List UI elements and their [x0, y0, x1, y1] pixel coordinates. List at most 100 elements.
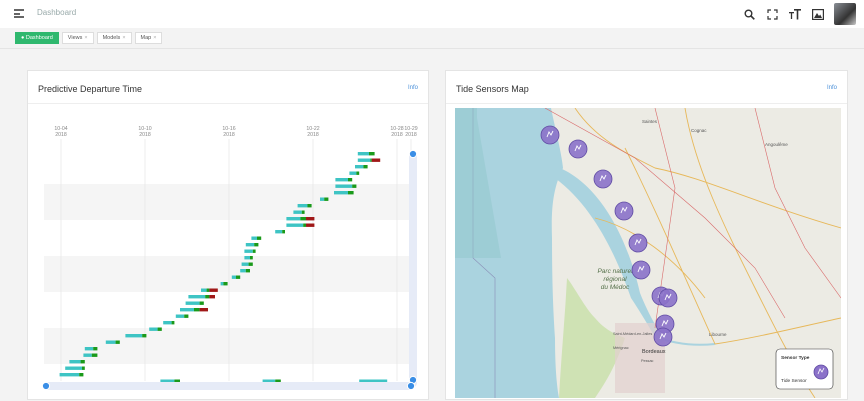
- bar-teal: [334, 191, 348, 195]
- bar-red: [306, 217, 315, 221]
- bar-green: [236, 275, 241, 279]
- legend-label: Tide Sensor: [781, 378, 807, 384]
- bar-teal: [244, 249, 253, 253]
- vertical-scrollbar[interactable]: [409, 151, 417, 387]
- bar-teal: [251, 236, 257, 240]
- bar-teal: [349, 171, 357, 175]
- tab-views[interactable]: Views ×: [61, 32, 94, 44]
- close-icon[interactable]: ×: [84, 35, 87, 41]
- bar-teal: [83, 353, 92, 357]
- bar-teal: [355, 165, 364, 169]
- bar-teal: [231, 275, 236, 279]
- town-label: Angoulême: [765, 142, 788, 147]
- sensor-marker[interactable]: [631, 260, 651, 280]
- image-icon[interactable]: [811, 7, 825, 21]
- tide-sensors-card: Tide Sensors Map Info Parc naturel régio…: [445, 70, 848, 400]
- bar-teal: [357, 152, 369, 156]
- bar-teal: [188, 295, 206, 299]
- bar-teal: [241, 262, 249, 266]
- x-tick-year: 2018: [139, 132, 151, 138]
- bar-green: [348, 178, 353, 182]
- town-label: Saint-Médard-en-Jalles: [613, 332, 652, 336]
- bar-green: [80, 360, 85, 364]
- bar-green: [91, 353, 98, 357]
- horizontal-scrollbar[interactable]: [44, 382, 414, 390]
- sensor-marker[interactable]: [540, 125, 560, 145]
- close-icon[interactable]: ×: [122, 35, 125, 41]
- town-label: Mérignac: [613, 346, 629, 350]
- bar-teal: [180, 308, 194, 312]
- info-link[interactable]: Info: [827, 85, 837, 91]
- bar-green: [250, 256, 253, 260]
- search-icon[interactable]: [742, 7, 756, 21]
- bar-green: [282, 230, 285, 234]
- scroll-handle-left[interactable]: [41, 381, 51, 391]
- park-label: régional: [603, 276, 627, 283]
- legend-title: Sensor Type: [781, 355, 810, 361]
- x-tick-year: 2018: [405, 132, 417, 138]
- bar-teal: [163, 321, 172, 325]
- bar-teal: [297, 204, 308, 208]
- card-title: Tide Sensors Map: [456, 84, 529, 94]
- bar-teal: [357, 158, 371, 162]
- sensor-marker[interactable]: [568, 139, 588, 159]
- bar-green: [184, 314, 189, 318]
- bar-teal: [335, 184, 353, 188]
- bar-green: [252, 249, 256, 253]
- tab-dashboard[interactable]: ● Dashboard: [15, 32, 59, 44]
- text-size-icon[interactable]: [788, 7, 802, 21]
- bar-teal: [185, 301, 200, 305]
- tab-label: Map: [140, 35, 152, 41]
- bar-teal: [175, 314, 185, 318]
- town-label: Cognac: [691, 128, 707, 133]
- x-tick-year: 2018: [391, 132, 403, 138]
- bar-green: [254, 243, 259, 247]
- sensor-marker[interactable]: [628, 233, 648, 253]
- bar-teal: [69, 360, 81, 364]
- x-tick-year: 2018: [223, 132, 235, 138]
- scroll-handle-top[interactable]: [408, 149, 418, 159]
- bar-green: [307, 204, 312, 208]
- bar-green: [348, 191, 354, 195]
- tab-map[interactable]: Map ×: [134, 32, 163, 44]
- city-label: Bordeaux: [642, 349, 666, 355]
- close-icon[interactable]: ×: [153, 35, 156, 41]
- menu-icon[interactable]: [14, 9, 24, 18]
- town-label: Saintes: [642, 119, 658, 124]
- bar-green: [82, 366, 85, 370]
- bar-green: [79, 373, 84, 377]
- bar-green: [363, 165, 368, 169]
- sensor-marker[interactable]: [593, 169, 613, 189]
- bar-teal: [240, 269, 246, 273]
- bar-green: [93, 347, 98, 351]
- bar-teal: [201, 288, 207, 292]
- bar-green: [194, 308, 200, 312]
- tab-models[interactable]: Models ×: [96, 32, 132, 44]
- legend-marker: [813, 364, 829, 380]
- fullscreen-icon[interactable]: [765, 7, 779, 21]
- bar-green: [324, 197, 329, 201]
- row-band: [44, 256, 409, 292]
- avatar[interactable]: [834, 3, 856, 25]
- bar-green: [206, 288, 210, 292]
- bar-teal: [244, 256, 250, 260]
- tab-label: Models: [102, 35, 121, 41]
- row-band: [44, 184, 409, 220]
- bar-teal: [335, 178, 348, 182]
- bar-teal: [65, 366, 82, 370]
- sensor-marker[interactable]: [658, 288, 678, 308]
- bar-green: [157, 327, 162, 331]
- bar-teal: [220, 282, 224, 286]
- town-label: Libourne: [709, 332, 727, 337]
- bar-teal: [320, 197, 325, 201]
- park-label: du Médoc: [601, 284, 630, 291]
- bar-teal: [149, 327, 158, 331]
- scroll-handle-right[interactable]: [406, 381, 416, 391]
- bar-green: [300, 217, 306, 221]
- sensor-marker[interactable]: [653, 327, 673, 347]
- bar-teal: [286, 223, 304, 227]
- bar-teal: [84, 347, 94, 351]
- map[interactable]: Parc naturel régional du Médoc Saintes C…: [455, 108, 841, 398]
- tab-label: Dashboard: [25, 35, 53, 41]
- sensor-marker[interactable]: [614, 201, 634, 221]
